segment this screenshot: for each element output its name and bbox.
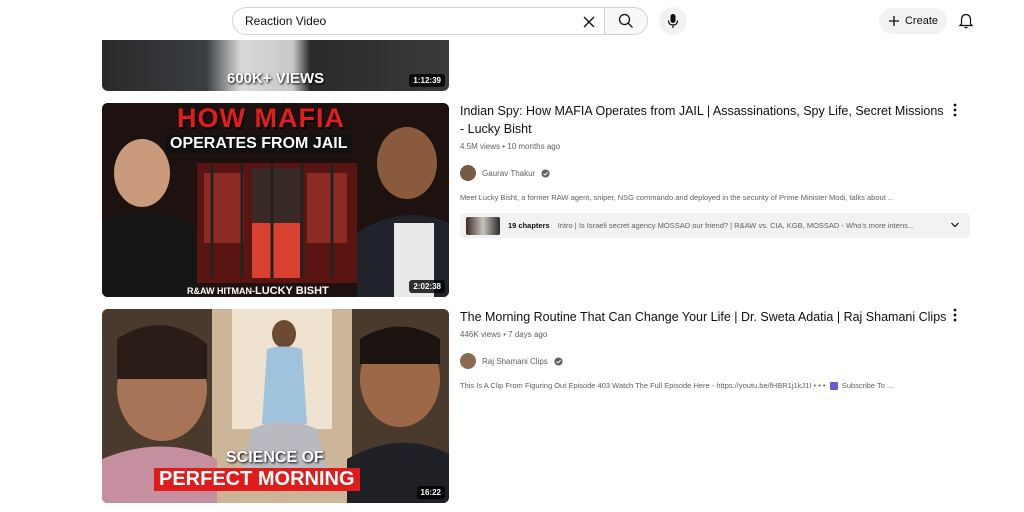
channel-name: Gaurav Thakur — [482, 168, 536, 178]
thumbnail-headline: SCIENCE OF — [226, 449, 324, 466]
video-thumbnail[interactable]: SCIENCE OF PERFECT MORNING 16:22 — [102, 309, 449, 503]
checkbox-emoji-icon — [829, 382, 838, 391]
search-box[interactable] — [232, 7, 604, 35]
channel-link[interactable]: Raj Shamani Clips — [460, 353, 950, 369]
thumbnail-footer-name: LUCKY BISHT — [255, 285, 329, 297]
top-bar: Create — [0, 0, 1024, 42]
thumbnail-overlay-text: 600K+ VIEWS — [227, 70, 325, 87]
search-button[interactable] — [604, 7, 648, 35]
chapters-text: Intro | Is Israeli secret agency MOSSAD … — [557, 221, 915, 230]
description-text-end: Subscribe To ... — [841, 381, 894, 390]
verified-icon — [554, 356, 563, 366]
thumbnail-subheadline: PERFECT MORNING — [154, 468, 360, 491]
create-label: Create — [904, 15, 939, 27]
video-meta: 446K views • 7 days ago — [460, 330, 548, 339]
plus-icon — [888, 16, 899, 26]
thumbnail-headline: HOW MAFIA — [177, 103, 345, 133]
chapter-thumbnail — [466, 216, 500, 235]
bell-icon — [959, 13, 973, 29]
video-title[interactable]: Indian Spy: How MAFIA Operates from JAIL… — [460, 102, 950, 138]
channel-avatar[interactable] — [460, 353, 476, 369]
video-duration: 1:12:39 — [409, 74, 445, 87]
clear-search-button[interactable] — [578, 11, 600, 33]
video-info: Indian Spy: How MAFIA Operates from JAIL… — [460, 102, 950, 202]
video-duration: 16:22 — [416, 486, 445, 499]
more-actions-button[interactable] — [948, 305, 962, 325]
channel-link[interactable]: Gaurav Thakur — [460, 165, 950, 181]
verified-icon — [541, 168, 550, 178]
create-button[interactable]: Create — [879, 8, 947, 34]
chevron-down-icon[interactable] — [950, 220, 960, 230]
chapters-bar[interactable]: 19 chapters Intro | Is Israeli secret ag… — [460, 213, 970, 238]
more-vert-icon — [953, 103, 957, 117]
notifications-button[interactable] — [955, 9, 977, 33]
thumbnail-subheadline: OPERATES FROM JAIL — [166, 135, 352, 153]
video-description: Meet Lucky Bisht, a former RAW agent, sn… — [460, 193, 895, 202]
video-duration: 2:02:38 — [409, 280, 445, 293]
voice-search-button[interactable] — [659, 7, 687, 35]
chapters-count: 19 chapters — [508, 221, 550, 230]
video-meta: 4.5M views • 10 months ago — [460, 142, 561, 151]
video-info: The Morning Routine That Can Change Your… — [460, 308, 950, 391]
video-title[interactable]: The Morning Routine That Can Change Your… — [460, 308, 950, 326]
video-thumbnail[interactable]: 600K+ VIEWS 1:12:39 — [102, 40, 449, 91]
search-results-page: Create 600K+ VIEWS 1:12:39 — [0, 0, 1024, 512]
channel-name: Raj Shamani Clips — [482, 356, 548, 366]
search-icon — [618, 13, 633, 28]
thumbnail-footer: R&AW HITMAN-LUCKY BISHT — [187, 281, 329, 297]
video-description: This Is A Clip From Figuring Out Episode… — [460, 381, 950, 391]
more-actions-button[interactable] — [948, 100, 962, 120]
description-text: This Is A Clip From Figuring Out Episode… — [460, 381, 826, 390]
thumbnail-footer-prefix: R&AW HITMAN- — [187, 286, 255, 296]
more-vert-icon — [953, 308, 957, 322]
channel-avatar[interactable] — [460, 165, 476, 181]
clear-icon — [583, 16, 595, 28]
search-input[interactable] — [245, 14, 575, 28]
video-thumbnail[interactable]: HOW MAFIA OPERATES FROM JAIL R&AW HITMAN… — [102, 103, 449, 297]
mic-icon — [667, 14, 679, 28]
